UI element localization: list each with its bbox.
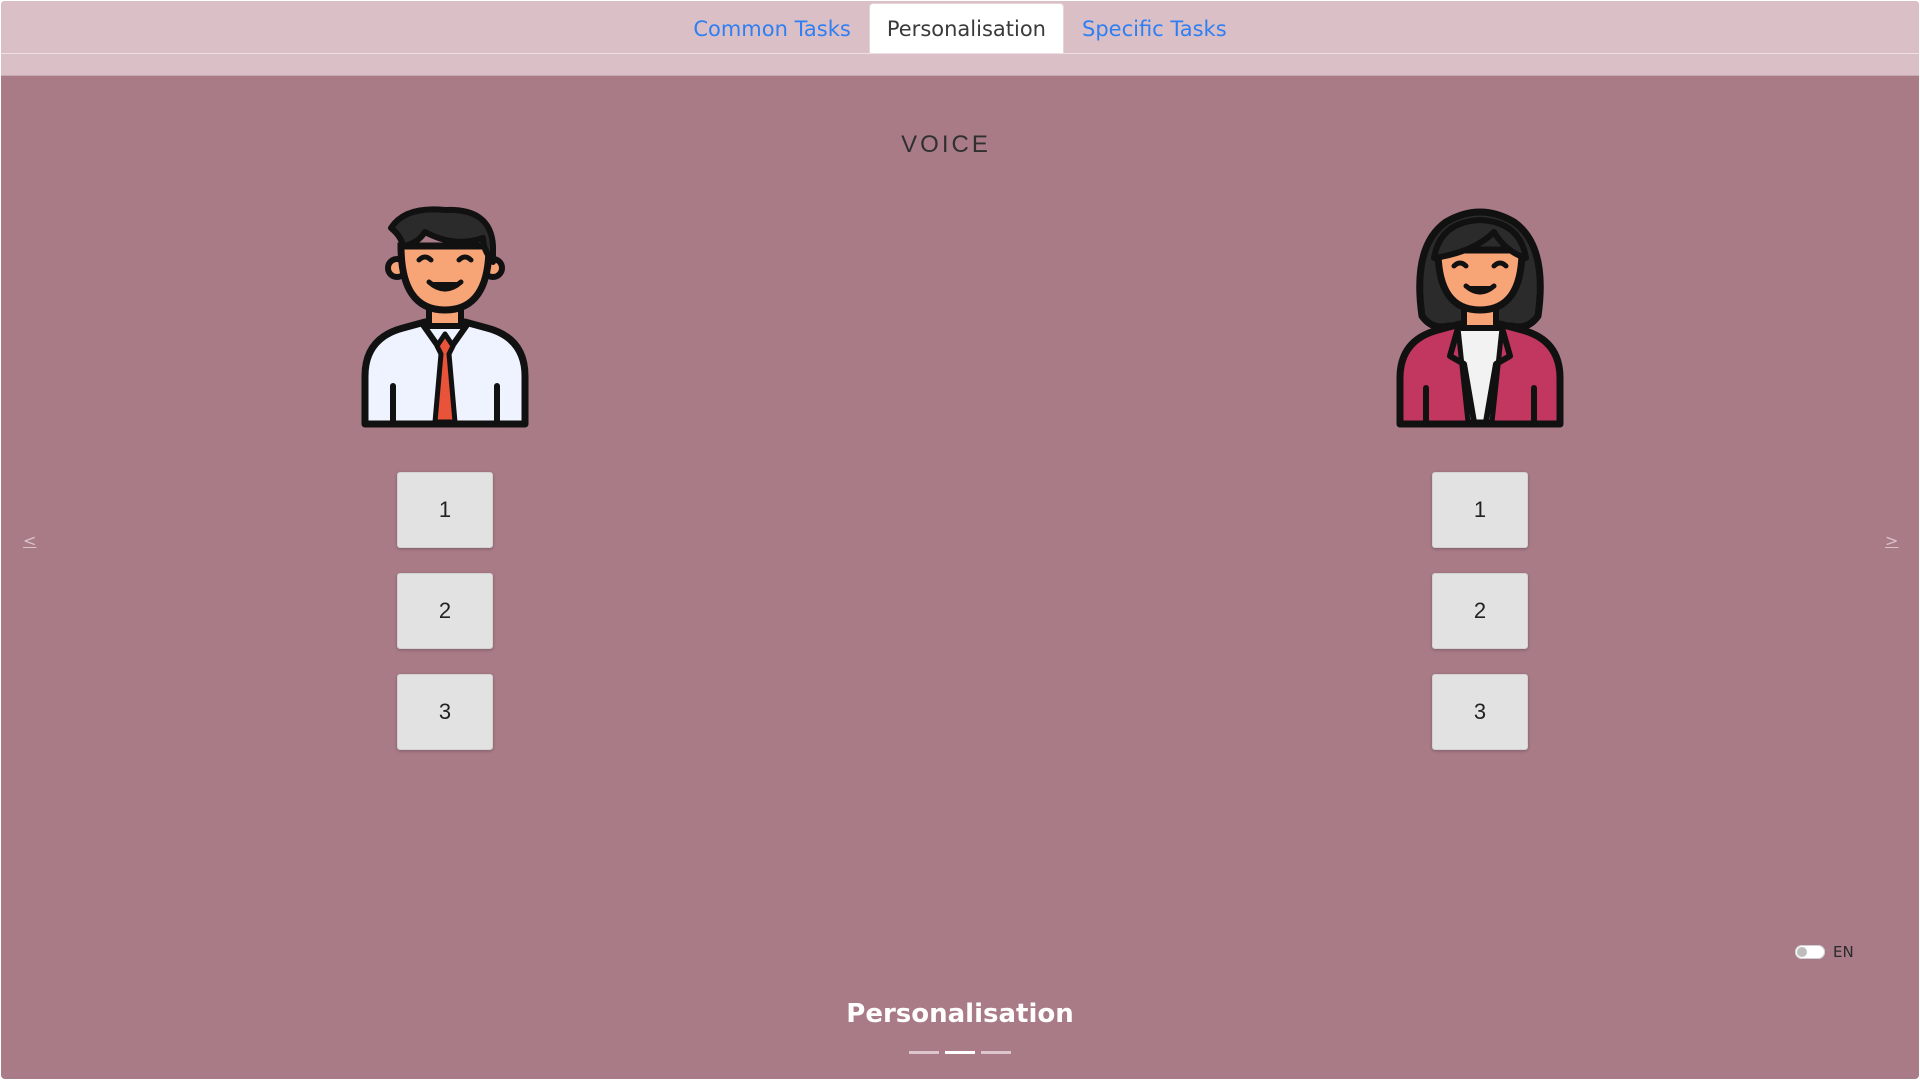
male-voice-3-button[interactable]: 3 — [397, 674, 493, 750]
next-slide-arrow[interactable]: > — [1885, 531, 1898, 550]
female-avatar-icon — [1394, 206, 1566, 428]
tab-personalisation[interactable]: Personalisation — [868, 3, 1064, 54]
slide-indicator-2[interactable] — [945, 1051, 975, 1054]
top-nav-bar: Common Tasks Personalisation Specific Ta… — [1, 1, 1919, 76]
language-switch[interactable] — [1795, 945, 1825, 959]
male-voice-2-button[interactable]: 2 — [397, 573, 493, 649]
tab-common-tasks[interactable]: Common Tasks — [675, 3, 869, 54]
female-voice-1-button[interactable]: 1 — [1432, 472, 1528, 548]
male-avatar-icon — [359, 206, 531, 428]
language-toggle[interactable]: EN — [1795, 943, 1854, 961]
previous-slide-arrow[interactable]: < — [23, 531, 36, 550]
tab-specific-tasks[interactable]: Specific Tasks — [1064, 3, 1245, 54]
topbar-divider — [1, 53, 1919, 54]
slide-indicators — [1, 1051, 1919, 1054]
slide-caption: Personalisation — [846, 999, 1074, 1029]
female-voice-3-button[interactable]: 3 — [1432, 674, 1528, 750]
male-voice-1-button[interactable]: 1 — [397, 472, 493, 548]
tab-bar: Common Tasks Personalisation Specific Ta… — [1, 3, 1919, 54]
section-title: VOICE — [901, 131, 991, 158]
app-window: Common Tasks Personalisation Specific Ta… — [1, 1, 1919, 1079]
slide-indicator-1[interactable] — [909, 1051, 939, 1054]
female-voice-2-button[interactable]: 2 — [1432, 573, 1528, 649]
language-label: EN — [1833, 943, 1854, 961]
slide-indicator-3[interactable] — [981, 1051, 1011, 1054]
switch-knob — [1797, 947, 1807, 957]
